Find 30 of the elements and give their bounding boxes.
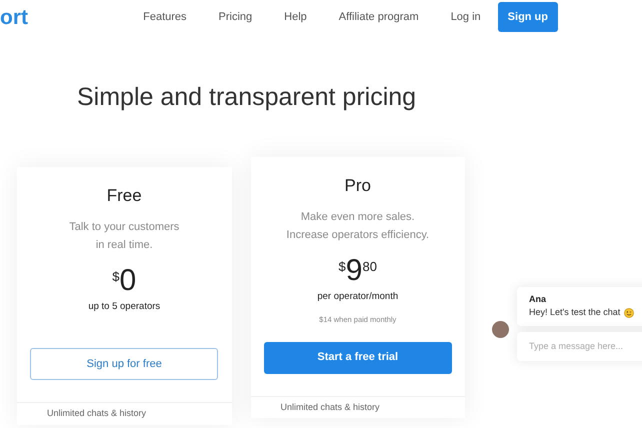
price-amount: 0 xyxy=(120,264,136,297)
avatar xyxy=(492,320,509,338)
sender-name: Ana xyxy=(529,292,548,306)
sign-up-button[interactable]: Sign up xyxy=(498,2,558,32)
plan-description: Talk to your customers xyxy=(68,220,180,235)
winking-face-icon xyxy=(624,308,634,318)
trial-button[interactable]: Start a free trial xyxy=(264,342,452,374)
nav-link[interactable]: Help xyxy=(284,8,307,26)
price-unit: per operator/month xyxy=(316,290,400,304)
plan-description: Increase operators efficiency. xyxy=(285,228,430,243)
nav-link[interactable]: Features xyxy=(143,8,187,26)
feature-text: Unlimited chats & history xyxy=(46,407,148,420)
logo[interactable]: ort xyxy=(0,6,28,28)
plan-description: Make even more sales. xyxy=(300,210,416,225)
nav-link[interactable]: Pricing xyxy=(218,8,252,26)
price-cents: 80 xyxy=(362,259,377,274)
feature-text: Unlimited chats & history xyxy=(280,400,381,414)
plan-name: Pro xyxy=(344,174,372,196)
price-amount: 9 xyxy=(346,254,362,287)
plan-description: in real time. xyxy=(94,238,154,253)
nav-link[interactable]: Log in xyxy=(450,8,481,26)
page-title: Simple and transparent pricing xyxy=(77,82,418,113)
nav-link[interactable]: Affiliate program xyxy=(338,8,419,26)
currency-symbol: $ xyxy=(112,269,120,284)
message-input[interactable]: Type a message here... xyxy=(517,332,642,361)
message-text: Hey! Let's test the chat xyxy=(529,306,620,319)
price-unit: up to 5 operators xyxy=(87,300,162,314)
sign-up-button[interactable]: Sign up for free xyxy=(30,348,218,380)
plan-name: Free xyxy=(106,184,143,206)
currency-symbol: $ xyxy=(338,259,346,274)
